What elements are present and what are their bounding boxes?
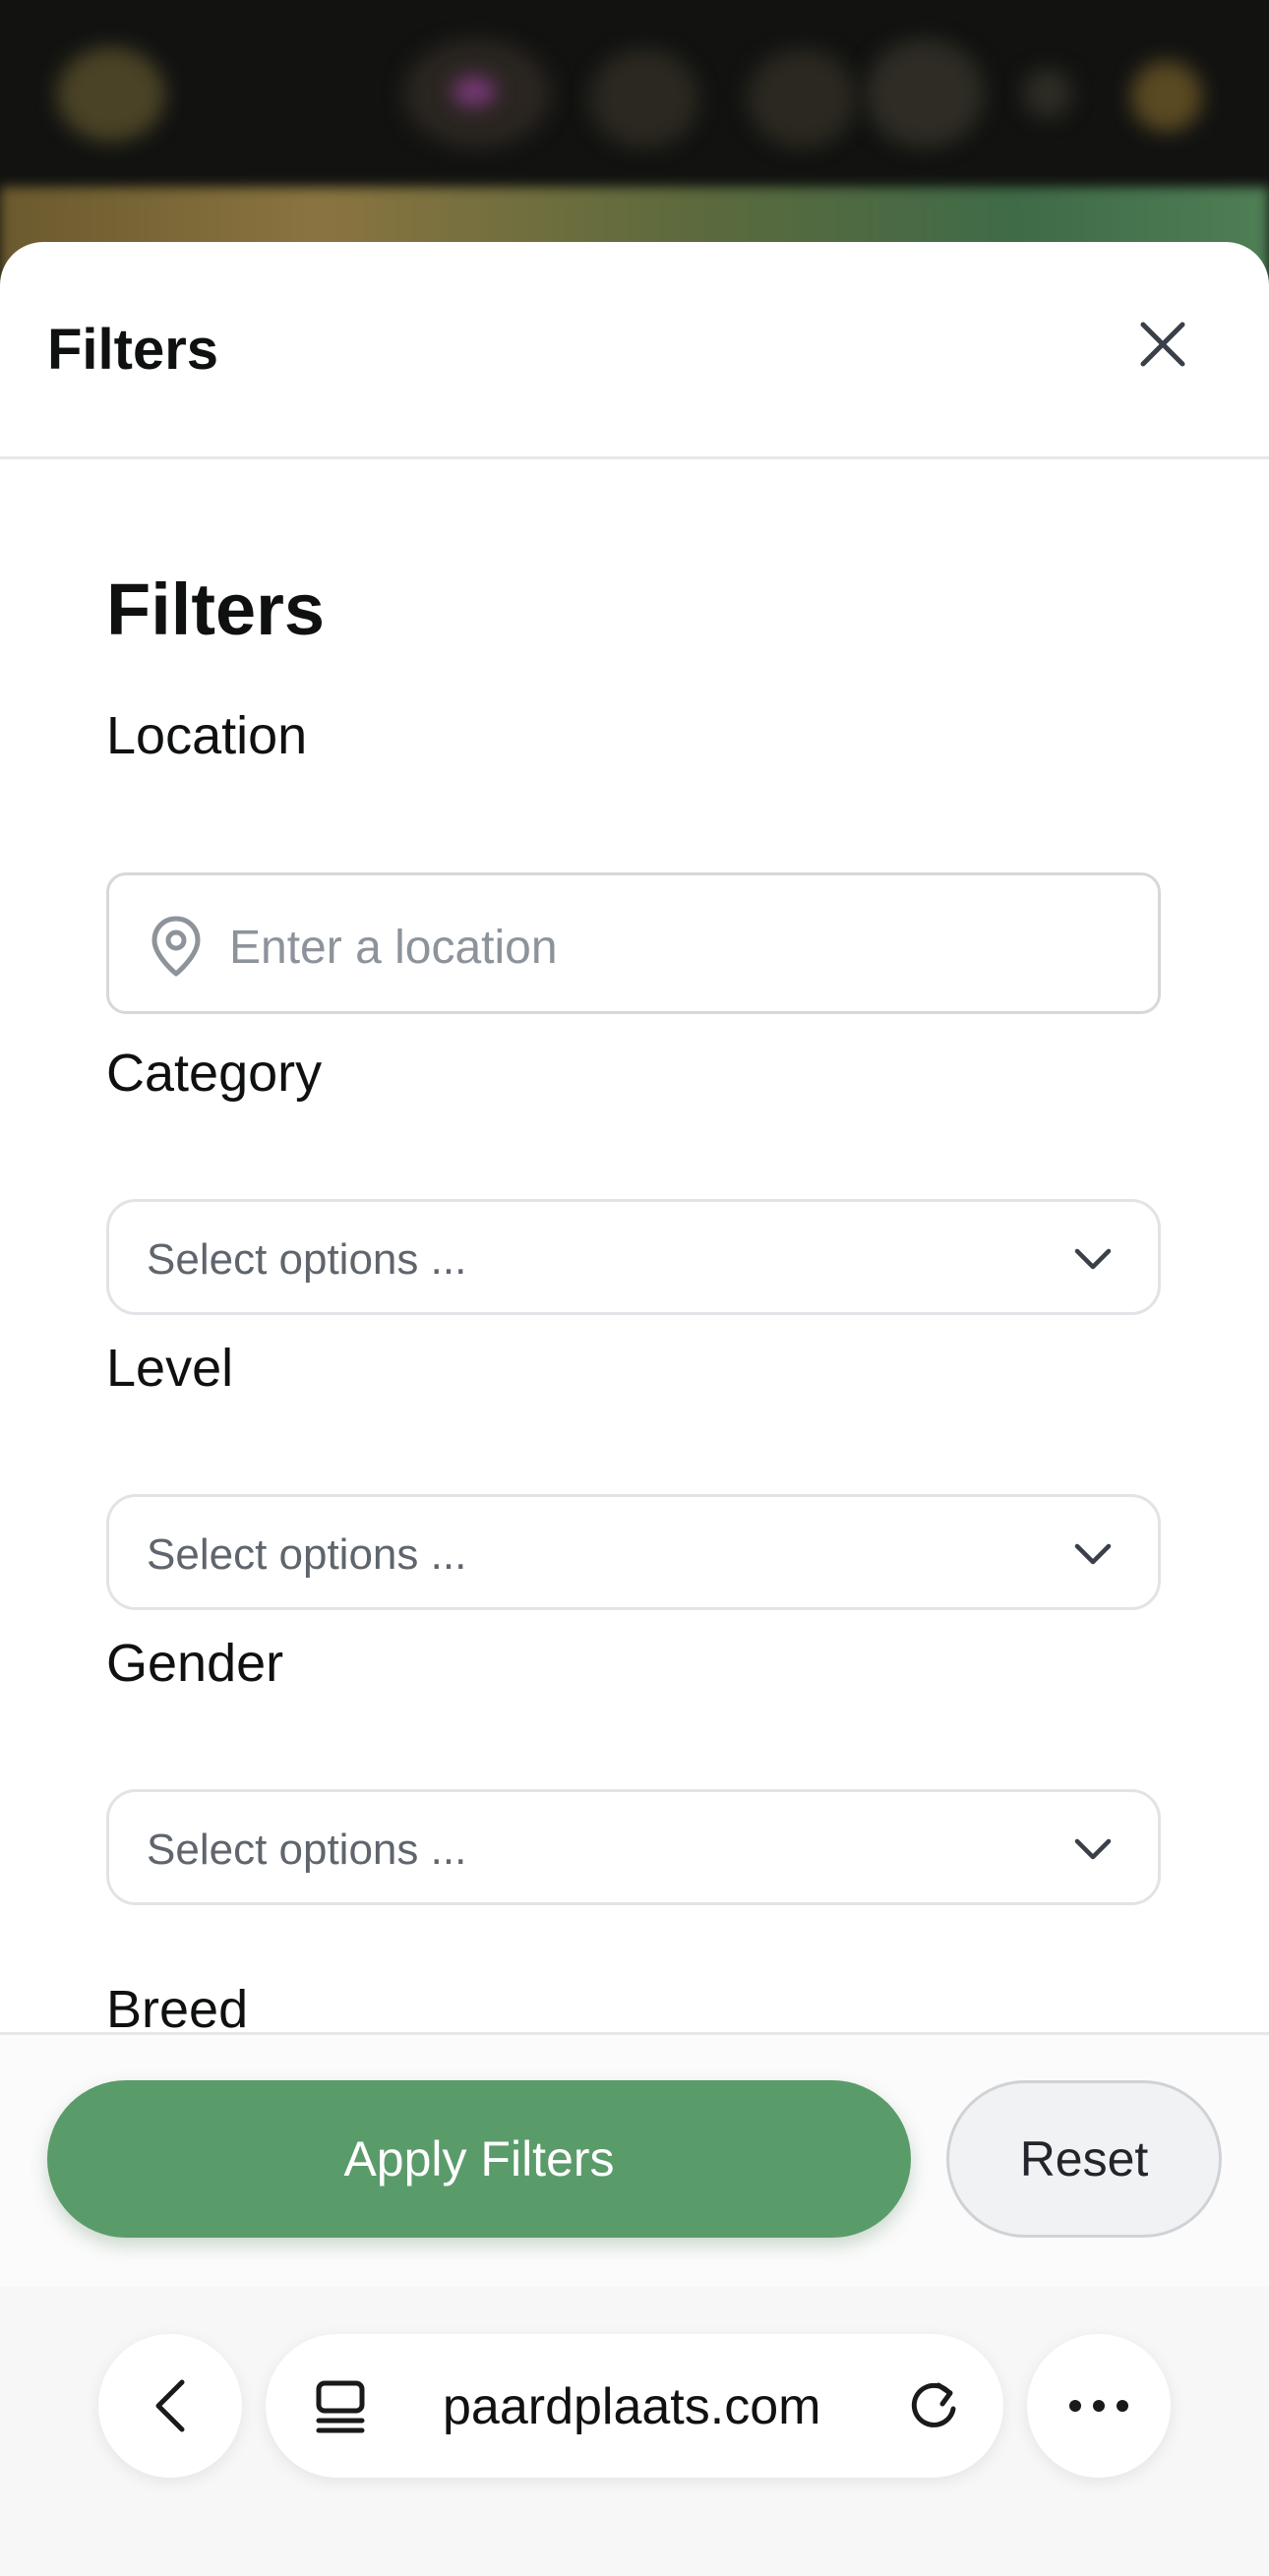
background-icon [590, 49, 698, 148]
content-title: Filters [106, 569, 326, 650]
filters-sheet: Filters Filters Location Enter a locatio… [0, 242, 1269, 2576]
apply-filters-button[interactable]: Apply Filters [47, 2080, 911, 2238]
url-text: paardplaats.com [443, 2378, 821, 2435]
chevron-down-icon [1074, 1543, 1112, 1565]
category-select[interactable]: Select options ... [106, 1199, 1161, 1315]
location-input[interactable]: Enter a location [106, 872, 1161, 1014]
chevron-left-icon [155, 2379, 185, 2432]
gender-placeholder: Select options ... [147, 1826, 467, 1874]
gender-label: Gender [106, 1634, 284, 1693]
background-icon [748, 49, 856, 148]
back-button[interactable] [98, 2334, 242, 2478]
close-button[interactable] [1129, 311, 1196, 378]
background-avatar [1131, 61, 1202, 132]
chevron-down-icon [1074, 1838, 1112, 1860]
reload-icon[interactable] [905, 2377, 962, 2434]
address-bar[interactable]: paardplaats.com [266, 2334, 1003, 2478]
gender-select[interactable]: Select options ... [106, 1789, 1161, 1905]
category-placeholder: Select options ... [147, 1235, 467, 1284]
category-label: Category [106, 1044, 323, 1103]
sheet-header: Filters [0, 242, 1269, 459]
background-badge [453, 77, 496, 106]
reset-button[interactable]: Reset [946, 2080, 1222, 2238]
more-button[interactable] [1027, 2334, 1171, 2478]
background-icon [866, 39, 984, 148]
browser-toolbar: paardplaats.com [0, 2287, 1269, 2576]
level-placeholder: Select options ... [147, 1530, 467, 1579]
more-icon [1069, 2400, 1128, 2412]
background-icon [1023, 69, 1072, 118]
chevron-down-icon [1074, 1248, 1112, 1270]
tabs-icon [316, 2380, 365, 2433]
location-label: Location [106, 706, 308, 765]
location-pin-icon [151, 916, 201, 977]
location-placeholder: Enter a location [229, 922, 558, 974]
filters-content: Filters Location Enter a location Catego… [0, 459, 1269, 2033]
background-logo [57, 47, 165, 142]
breed-label: Breed [106, 1980, 249, 2033]
sheet-title: Filters [47, 318, 219, 382]
close-icon [1140, 322, 1185, 367]
level-select[interactable]: Select options ... [106, 1494, 1161, 1610]
level-label: Level [106, 1339, 234, 1398]
action-bar: Apply Filters Reset [0, 2032, 1269, 2296]
